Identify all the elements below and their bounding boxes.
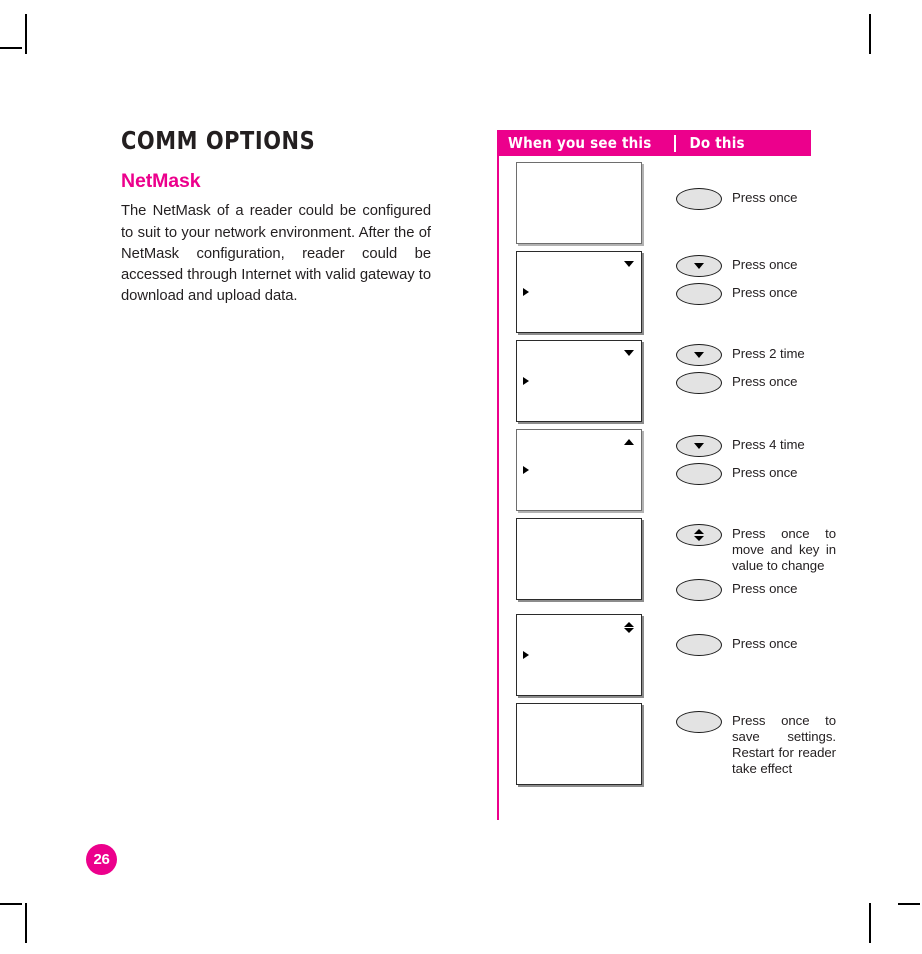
crop-mark-bottom-right-vertical — [869, 903, 871, 943]
action-item: Press once — [676, 634, 811, 657]
table-header-divider — [673, 134, 676, 152]
crop-mark-top-left-horizontal — [0, 47, 22, 49]
row-actions: Press 2 time Press once — [642, 340, 811, 400]
crop-mark-bottom-left-vertical — [25, 903, 27, 943]
action-instruction-text: Press once — [732, 257, 798, 272]
enter-button[interactable] — [676, 463, 722, 485]
table-row: Press once to save settings. Restart for… — [497, 703, 836, 786]
row-actions: Press once Press once — [642, 251, 811, 311]
action-instruction-text: Press once — [732, 285, 798, 300]
screen-selection-indicator — [523, 377, 529, 385]
action-instruction-text: Press 2 time — [732, 346, 805, 361]
right-triangle-icon — [523, 377, 529, 385]
down-triangle-icon — [623, 261, 634, 267]
enter-button[interactable] — [676, 188, 722, 210]
screen-scroll-indicator — [623, 435, 634, 449]
action-instruction-text: Press once — [732, 374, 798, 389]
action-instruction-text: Press once to save settings. Restart for… — [732, 713, 836, 776]
manual-page: COMM OPTIONS NetMask The NetMask of a re… — [0, 0, 922, 954]
screen-selection-indicator — [523, 288, 529, 296]
crop-mark-bottom-left-horizontal — [0, 903, 22, 905]
enter-button[interactable] — [676, 372, 722, 394]
action-item: Press once to save settings. Restart for… — [676, 711, 836, 776]
action-instruction-text: Press once — [732, 636, 798, 652]
row-actions: Press 4 time Press once — [642, 429, 811, 491]
table-row: Press once to move and key in value to c… — [497, 518, 836, 607]
action-item: Press once — [676, 579, 836, 602]
action-instruction-text: Press 4 time — [732, 437, 805, 452]
action-instruction-text: Press once to move and key in value to c… — [732, 526, 836, 573]
table-row: Press 2 time Press once — [497, 340, 811, 422]
down-arrow-icon — [694, 443, 704, 449]
reader-screen-illustration — [516, 340, 642, 422]
action-item: Press 4 time — [676, 435, 811, 457]
row-actions: Press once — [642, 614, 811, 662]
body-paragraph: The NetMask of a reader could be configu… — [121, 203, 431, 305]
action-item: Press once — [676, 372, 811, 394]
up-down-arrow-icon — [694, 529, 704, 541]
table-row: Press 4 time Press once — [497, 429, 811, 511]
reader-screen-illustration — [516, 251, 642, 333]
action-instruction-text: Press once — [732, 190, 798, 205]
action-item: Press once — [676, 283, 811, 305]
table-header: When you see this Do this — [497, 130, 811, 156]
enter-button[interactable] — [676, 711, 722, 734]
up-down-arrow-button[interactable] — [676, 524, 722, 546]
action-instruction-text: Press once — [732, 581, 798, 597]
reader-screen-illustration — [516, 162, 642, 244]
right-triangle-icon — [523, 288, 529, 296]
crop-mark-top-left-vertical — [25, 14, 27, 54]
down-arrow-icon — [694, 352, 704, 358]
down-arrow-button[interactable] — [676, 435, 722, 457]
reader-screen-illustration — [516, 703, 642, 786]
enter-button[interactable] — [676, 283, 722, 305]
table-header-when-label: When you see this — [508, 134, 652, 152]
article-column: COMM OPTIONS NetMask The NetMask of a re… — [121, 128, 431, 307]
enter-button[interactable] — [676, 634, 722, 657]
crop-mark-bottom-right-horizontal — [898, 903, 920, 905]
chapter-title: COMM OPTIONS — [121, 126, 316, 155]
down-triangle-icon — [623, 350, 634, 356]
screen-scroll-indicator — [623, 346, 634, 360]
action-item: Press once — [676, 255, 811, 277]
down-arrow-button[interactable] — [676, 255, 722, 277]
reader-screen-illustration — [516, 518, 642, 600]
page-number-badge: 26 — [86, 844, 117, 875]
row-actions: Press once — [642, 162, 811, 216]
action-item: Press once — [676, 463, 811, 485]
reader-screen-illustration — [516, 614, 642, 697]
up-triangle-icon — [623, 439, 634, 445]
enter-button[interactable] — [676, 579, 722, 602]
right-triangle-icon — [523, 651, 529, 660]
down-arrow-icon — [694, 263, 704, 269]
reader-screen-illustration — [516, 429, 642, 511]
row-actions: Press once to move and key in value to c… — [642, 518, 836, 607]
section-title: NetMask — [121, 170, 201, 192]
instruction-table: When you see this Do this Press once Pres… — [497, 130, 836, 786]
table-header-do-label: Do this — [689, 134, 745, 152]
action-item: Press 2 time — [676, 344, 811, 366]
right-triangle-icon — [523, 466, 529, 474]
table-row: Press once — [497, 614, 811, 697]
table-row: Press once Press once — [497, 251, 811, 333]
action-instruction-text: Press once — [732, 465, 798, 480]
action-item: Press once to move and key in value to c… — [676, 524, 836, 573]
crop-mark-top-right-vertical — [869, 14, 871, 54]
up-down-triangle-icon — [623, 621, 634, 634]
screen-selection-indicator — [523, 651, 529, 660]
table-body: Press once Press once Press once Press 2 ti… — [497, 156, 836, 786]
screen-scroll-indicator — [623, 620, 634, 634]
action-item: Press once — [676, 188, 811, 210]
screen-selection-indicator — [523, 466, 529, 474]
screen-scroll-indicator — [623, 257, 634, 271]
row-actions: Press once to save settings. Restart for… — [642, 703, 836, 782]
down-arrow-button[interactable] — [676, 344, 722, 366]
table-row: Press once — [497, 162, 811, 244]
